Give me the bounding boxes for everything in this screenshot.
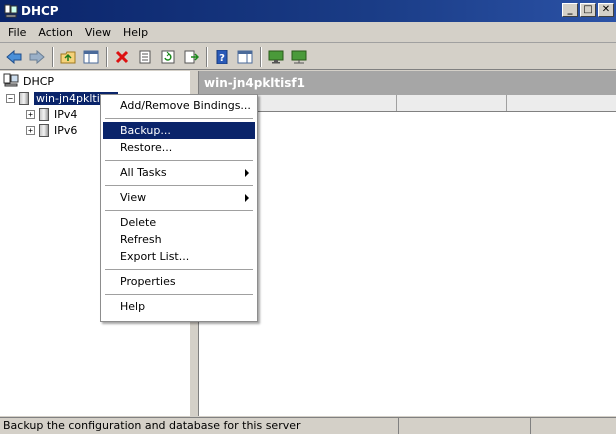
- forward-arrow-icon[interactable]: [26, 46, 48, 68]
- maximize-button[interactable]: □: [580, 3, 596, 17]
- refresh-icon[interactable]: [157, 46, 179, 68]
- menu-item-delete[interactable]: Delete: [103, 214, 255, 231]
- status-text: Backup the configuration and database fo…: [0, 418, 399, 434]
- help-icon[interactable]: ?: [211, 46, 233, 68]
- menu-action[interactable]: Action: [32, 23, 78, 42]
- tree-root-dhcp[interactable]: DHCP: [3, 73, 54, 89]
- menu-item-backup[interactable]: Backup...: [103, 122, 255, 139]
- context-menu: Add/Remove Bindings... Backup... Restore…: [100, 94, 258, 322]
- tree-ipv4[interactable]: + IPv4: [26, 106, 77, 122]
- menu-item-restore[interactable]: Restore...: [103, 139, 255, 156]
- dhcp-root-icon: [3, 73, 19, 90]
- submenu-arrow-icon: [245, 169, 249, 177]
- monitor-icon[interactable]: [265, 46, 287, 68]
- menu-bar: File Action View Help: [0, 22, 616, 43]
- toolbar-separator: [260, 46, 262, 67]
- tree-ipv6[interactable]: + IPv6: [26, 122, 77, 138]
- export-list-icon[interactable]: [180, 46, 202, 68]
- svg-text:?: ?: [219, 53, 225, 64]
- column-header[interactable]: [507, 95, 616, 111]
- server-icon: [39, 107, 49, 121]
- delete-icon[interactable]: [111, 46, 133, 68]
- status-bar: Backup the configuration and database fo…: [0, 417, 616, 434]
- show-pane-icon[interactable]: [234, 46, 256, 68]
- show-hide-tree-icon[interactable]: [80, 46, 102, 68]
- dhcp-app-icon: [4, 4, 18, 18]
- menu-item-properties[interactable]: Properties: [103, 273, 255, 290]
- detail-header: win-jn4pkltisf1: [199, 71, 616, 95]
- column-header-row: [199, 95, 616, 112]
- status-pane: [399, 418, 531, 434]
- expand-icon[interactable]: +: [26, 125, 35, 135]
- properties-icon[interactable]: [134, 46, 156, 68]
- tree-root-label: DHCP: [23, 74, 55, 88]
- menu-item-help[interactable]: Help: [103, 298, 255, 315]
- collapse-icon[interactable]: −: [6, 93, 15, 103]
- detail-pane: win-jn4pkltisf1: [198, 71, 616, 416]
- back-arrow-icon[interactable]: [3, 46, 25, 68]
- menu-separator: [105, 269, 253, 270]
- submenu-arrow-icon: [245, 194, 249, 202]
- status-pane: [531, 418, 616, 434]
- server-icon: [19, 91, 29, 105]
- menu-separator: [105, 210, 253, 211]
- menu-file[interactable]: File: [2, 23, 32, 42]
- menu-separator: [105, 160, 253, 161]
- menu-item-all-tasks[interactable]: All Tasks: [103, 164, 255, 181]
- menu-item-export-list[interactable]: Export List...: [103, 248, 255, 265]
- toolbar-separator: [52, 46, 54, 67]
- tree-ipv4-label: IPv4: [54, 107, 78, 121]
- menu-item-add-remove-bindings[interactable]: Add/Remove Bindings...: [103, 97, 255, 114]
- menu-separator: [105, 118, 253, 119]
- menu-item-view-label: View: [120, 191, 147, 204]
- up-folder-icon[interactable]: [57, 46, 79, 68]
- menu-separator: [105, 185, 253, 186]
- title-bar: DHCP _ □ ✕: [0, 0, 616, 22]
- menu-item-all-tasks-label: All Tasks: [120, 166, 167, 179]
- menu-item-refresh[interactable]: Refresh: [103, 231, 255, 248]
- server-icon: [39, 123, 49, 137]
- menu-help[interactable]: Help: [117, 23, 154, 42]
- expand-icon[interactable]: +: [26, 109, 35, 119]
- toolbar-separator: [206, 46, 208, 67]
- menu-item-view[interactable]: View: [103, 189, 255, 206]
- menu-separator: [105, 294, 253, 295]
- column-header[interactable]: [397, 95, 507, 111]
- tree-ipv6-label: IPv6: [54, 123, 78, 137]
- window-title: DHCP: [21, 4, 59, 18]
- toolbar-separator: [106, 46, 108, 67]
- close-button[interactable]: ✕: [598, 3, 614, 17]
- menu-view[interactable]: View: [79, 23, 117, 42]
- toolbar: ?: [0, 44, 616, 70]
- minimize-button[interactable]: _: [562, 3, 578, 17]
- monitor-network-icon[interactable]: [288, 46, 310, 68]
